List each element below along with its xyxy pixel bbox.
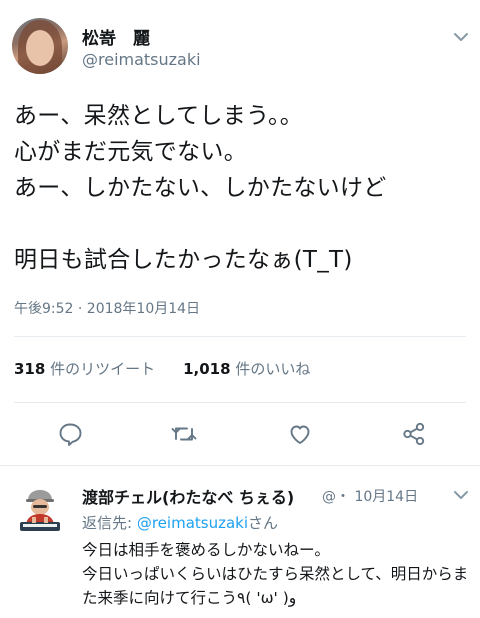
retweets-count: 318 (14, 360, 46, 378)
reply-button[interactable] (54, 418, 86, 450)
like-button[interactable] (284, 418, 316, 450)
share-icon (403, 422, 425, 446)
retweet-button[interactable] (168, 418, 200, 450)
likes-count: 1,018 (183, 360, 231, 378)
divider (14, 402, 466, 403)
reply-meta: @・ 10月14日 (322, 486, 418, 506)
tweet-stats: 318 件のリツイート 1,018 件のいいね (14, 358, 310, 379)
reply-tweet[interactable]: 渡部チェル(わたなべ ちぇる) @・ 10月14日 返信先: @reimatsu… (0, 466, 480, 618)
retweets-stat[interactable]: 318 件のリツイート (14, 358, 155, 379)
chevron-down-icon[interactable] (452, 486, 470, 504)
reply-to-label: 返信先: (82, 514, 133, 532)
reply-date[interactable]: 10月14日 (354, 489, 418, 505)
user-handle[interactable]: @reimatsuzaki (82, 50, 201, 69)
likes-label: 件のいいね (235, 360, 311, 378)
reply-to-suffix: さん (248, 514, 279, 532)
display-name[interactable]: 松嵜 麗 (82, 24, 150, 49)
tweet-text: あー、呆然としてしまう。。 心がまだ元気でない。 あー、しかたない、しかたないけ… (14, 103, 387, 273)
avatar[interactable] (12, 18, 68, 74)
reply-text: 今日は相手を褒めるしかないねー。 今日いっぱいくらいはひたすら呆然として、明日か… (82, 541, 469, 607)
tweet-actions (0, 418, 480, 450)
divider (14, 336, 466, 337)
heart-icon (290, 425, 310, 444)
reply-display-name[interactable]: 渡部チェル(わたなべ ちぇる) (82, 484, 294, 508)
main-tweet: 松嵜 麗 @reimatsuzaki あー、呆然としてしまう。。 心がまだ元気で… (0, 0, 480, 466)
retweet-icon (171, 427, 197, 441)
reply-avatar[interactable] (12, 480, 68, 536)
reply-to-mention[interactable]: @reimatsuzaki (137, 514, 248, 532)
reply-to-line: 返信先: @reimatsuzakiさん (82, 512, 278, 533)
avatar-face (26, 30, 54, 66)
tweet-timestamp[interactable]: 午後9:52 · 2018年10月14日 (14, 298, 200, 318)
reply-handle[interactable]: @・ (322, 489, 350, 505)
chevron-down-icon[interactable] (452, 28, 470, 46)
reply-bubble-icon (59, 423, 82, 446)
share-button[interactable] (398, 418, 430, 450)
likes-stat[interactable]: 1,018 件のいいね (183, 358, 310, 379)
retweets-label: 件のリツイート (50, 360, 156, 378)
